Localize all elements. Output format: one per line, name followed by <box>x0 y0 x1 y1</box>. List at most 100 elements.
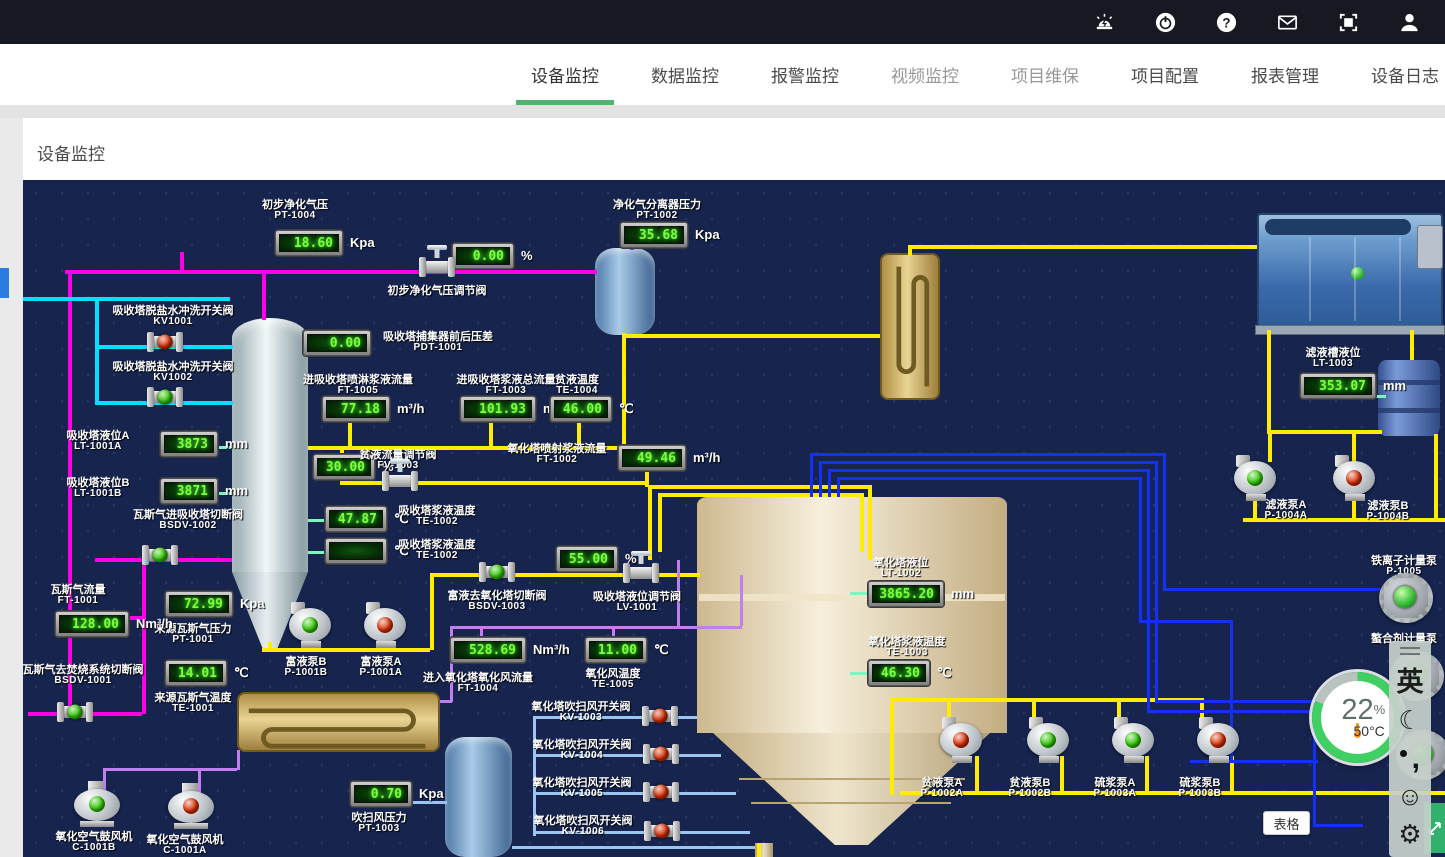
lcd-display: 3871 <box>164 482 214 500</box>
gauge-LT-1001A: 3873 <box>160 431 218 457</box>
valve-BSDV-1001[interactable] <box>57 702 93 722</box>
valve-LV-1001[interactable] <box>623 563 659 583</box>
gauge-PT-1002: 35.68 <box>620 222 688 248</box>
gauge-TE-1004: 46.00 <box>550 396 612 422</box>
device-tag: BSDV-1001 <box>54 675 111 686</box>
pipe <box>430 573 434 650</box>
pipe <box>450 626 742 629</box>
content-panel: 设备监控 18.60Kpa初步净化气压PT-10040.00%35.68Kpa净… <box>23 118 1445 857</box>
pipe <box>262 270 266 320</box>
device-tag: P-1001B <box>285 667 328 678</box>
pump-P-1001A[interactable] <box>358 602 412 648</box>
lcd-display: 3865.20 <box>872 585 940 603</box>
gauge-LT-1002: 3865.20 <box>868 581 944 607</box>
annotate-pen-icon[interactable]: , <box>1392 739 1428 777</box>
valve-BSDV-1002[interactable] <box>142 545 178 565</box>
valve-KV1002[interactable] <box>147 387 183 407</box>
device-tag: PT-1002 <box>636 210 677 221</box>
device-tag: PT-1004 <box>274 210 315 221</box>
pipe <box>23 297 230 301</box>
pump-P-1004A[interactable] <box>1228 455 1282 501</box>
page-title: 设备监控 <box>37 140 105 165</box>
gauge-unit: mm <box>225 483 248 498</box>
pipe <box>262 648 430 652</box>
pipe <box>908 245 912 256</box>
gauge-unit: mm <box>1383 378 1406 393</box>
gauge-FT-1001: 128.00 <box>55 611 129 637</box>
pipe <box>819 461 822 497</box>
main-nav: 设备监控数据监控报警监控视频监控项目维保项目配置报表管理设备日志 <box>0 44 1445 105</box>
valve-KV-1004[interactable] <box>643 744 679 764</box>
drag-handle-icon[interactable] <box>1400 647 1420 655</box>
lcd-display: 101.93 <box>464 400 532 418</box>
power-icon[interactable] <box>1153 10 1177 34</box>
svg-text:?: ? <box>1222 15 1230 30</box>
device-tag: C-1001B <box>72 842 116 853</box>
tab-5[interactable]: 项目维保 <box>1011 44 1079 105</box>
pipe <box>430 573 700 577</box>
table-button[interactable]: 表格 <box>1263 811 1310 835</box>
pump-P-1003A[interactable] <box>1106 717 1160 763</box>
pump-P-1003B[interactable] <box>1191 717 1245 763</box>
settings-gear-icon[interactable]: ⚙ <box>1392 815 1428 853</box>
gauge-TE-1002: 47.87 <box>325 506 387 532</box>
alarm-beacon-icon[interactable] <box>1092 10 1116 34</box>
device-tag: TE-1003 <box>886 647 928 658</box>
lcd-display: 46.00 <box>554 400 608 418</box>
tab-1[interactable]: 设备监控 <box>531 44 599 105</box>
metering-pump-P-1005[interactable] <box>1379 573 1437 627</box>
tab-2[interactable]: 数据监控 <box>651 44 719 105</box>
valve-KV1001[interactable] <box>147 332 183 352</box>
valve-KV-1003[interactable] <box>642 706 678 726</box>
gauge-unit: ℃ <box>234 665 249 681</box>
tab-4[interactable]: 视频监控 <box>891 44 959 105</box>
lcd-display: 47.87 <box>329 510 383 528</box>
pipe <box>828 469 831 497</box>
device-tag: FT-1001 <box>58 595 99 606</box>
valve-KV-1006[interactable] <box>644 821 680 841</box>
pipe <box>850 672 870 675</box>
help-icon[interactable]: ? <box>1214 10 1238 34</box>
fullscreen-icon[interactable] <box>1336 10 1360 34</box>
valve-KV-1005[interactable] <box>643 782 679 802</box>
pipe <box>860 493 864 552</box>
valve-FV-1003[interactable] <box>382 471 418 491</box>
device-tag: PT-1003 <box>358 823 399 834</box>
gauge-inner: 22%50°C <box>1321 681 1394 754</box>
device-tag: P-1004B <box>1367 511 1410 522</box>
pipe <box>648 485 868 489</box>
blower-C-1001A[interactable] <box>166 783 216 829</box>
language-toggle-button[interactable]: 英 <box>1392 663 1428 701</box>
pump-P-1002B[interactable] <box>1021 717 1075 763</box>
humidity-value: 22% <box>1341 697 1373 723</box>
temperature-row: 50°C <box>1352 723 1364 738</box>
side-edge-tab <box>0 268 9 298</box>
valve-BSDV-1003[interactable] <box>479 562 515 582</box>
device-tag: FT-1003 <box>486 385 527 396</box>
device-tag: P-1003A <box>1094 788 1137 799</box>
valve-CV-TOP[interactable] <box>419 257 455 277</box>
tab-8[interactable]: 设备日志 <box>1371 44 1439 105</box>
filtrate-tank-drum <box>1378 360 1440 436</box>
device-tag: P-1003B <box>1179 788 1222 799</box>
tab-7[interactable]: 报表管理 <box>1251 44 1319 105</box>
gauge-PT-1001: 72.99 <box>165 591 233 617</box>
device-tag: TE-1005 <box>592 679 634 690</box>
tab-3[interactable]: 报警监控 <box>771 44 839 105</box>
user-icon[interactable] <box>1397 10 1421 34</box>
gauge-CV0: 0.00 <box>452 243 514 269</box>
pump-P-1004B[interactable] <box>1327 455 1381 501</box>
gauge-unit: Nm³/h <box>136 616 173 631</box>
tab-6[interactable]: 项目配置 <box>1131 44 1199 105</box>
pump-P-1001B[interactable] <box>283 602 337 648</box>
feedback-smiley-icon[interactable]: ☺ <box>1392 777 1428 815</box>
dark-mode-moon-icon[interactable]: ☾ <box>1392 701 1428 739</box>
lcd-display: 11.00 <box>589 641 643 659</box>
mail-icon[interactable] <box>1275 10 1299 34</box>
pump-P-1002A[interactable] <box>934 717 988 763</box>
device-tag: TE-1002 <box>416 550 458 561</box>
lcd-display: 55.00 <box>560 550 614 568</box>
gauge-TE-1005: 11.00 <box>585 637 647 663</box>
blower-C-1001B[interactable] <box>72 781 122 827</box>
device-tag: KV-1003 <box>560 712 602 723</box>
